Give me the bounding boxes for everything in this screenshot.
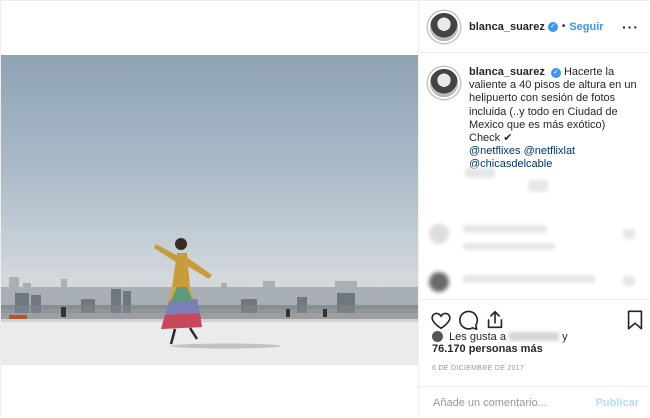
action-bar — [419, 299, 650, 331]
likes-suffix: y — [562, 331, 568, 343]
likes-prefix: Les gusta a — [449, 331, 506, 343]
rooftop-scene — [1, 238, 418, 365]
post-photo[interactable] — [1, 55, 418, 365]
likes-count-link[interactable]: 76.170 personas más — [432, 343, 543, 355]
blurred-comment-like — [623, 229, 635, 239]
blurred-comment-text — [463, 275, 595, 283]
bookmark-icon[interactable] — [624, 309, 646, 331]
caption-avatar[interactable] — [428, 67, 460, 99]
liker-avatar[interactable] — [432, 331, 443, 342]
follow-button[interactable]: Seguir — [569, 21, 603, 33]
blurred-timestamp — [465, 168, 495, 178]
blurred-comment-text — [463, 225, 547, 233]
more-options-icon[interactable]: ··· — [622, 19, 639, 35]
post-date[interactable]: 6 DE DICIEMBRE DE 2017 — [432, 365, 524, 372]
blurred-liker-name — [509, 332, 559, 341]
blurred-comment-like — [623, 276, 635, 286]
mention-netflixlat[interactable]: @netflixlat — [524, 145, 576, 157]
comment-icon[interactable] — [457, 309, 479, 331]
photo-pane — [1, 1, 418, 418]
separator-dot: • — [561, 21, 566, 32]
avatar-image — [430, 12, 458, 41]
mention-netflixes[interactable]: @netflixes — [469, 145, 521, 157]
comments-section: blanca_suarez ✓ Hacerte la valiente a 40… — [419, 53, 650, 299]
blurred-commenter-avatar — [429, 224, 449, 244]
publish-button[interactable]: Publicar — [596, 397, 639, 409]
username-link[interactable]: blanca_suarez — [469, 21, 545, 33]
instagram-post: blanca_suarez ✓ • Seguir ··· blanca_suar… — [0, 0, 650, 418]
caption-username[interactable]: blanca_suarez — [469, 66, 545, 78]
blurred-commenter-avatar — [429, 272, 449, 292]
avatar-image — [430, 69, 458, 97]
post-sidebar: blanca_suarez ✓ • Seguir ··· blanca_suar… — [418, 1, 650, 418]
comment-input[interactable] — [431, 395, 596, 410]
post-header: blanca_suarez ✓ • Seguir ··· — [419, 1, 650, 53]
heart-icon[interactable] — [430, 309, 452, 331]
caption-text: blanca_suarez ✓ Hacerte la valiente a 40… — [469, 66, 639, 172]
share-icon[interactable] — [484, 309, 506, 331]
caption: blanca_suarez ✓ Hacerte la valiente a 40… — [428, 66, 639, 172]
avatar[interactable] — [428, 10, 460, 43]
verified-badge-icon: ✓ — [547, 21, 558, 32]
verified-badge-icon: ✓ — [550, 68, 561, 78]
likes-summary: Les gusta a y 76.170 personas más — [432, 331, 568, 355]
blurred-load-more — [528, 180, 548, 192]
blurred-comment-meta — [463, 243, 555, 250]
comment-form: Publicar — [419, 386, 650, 418]
